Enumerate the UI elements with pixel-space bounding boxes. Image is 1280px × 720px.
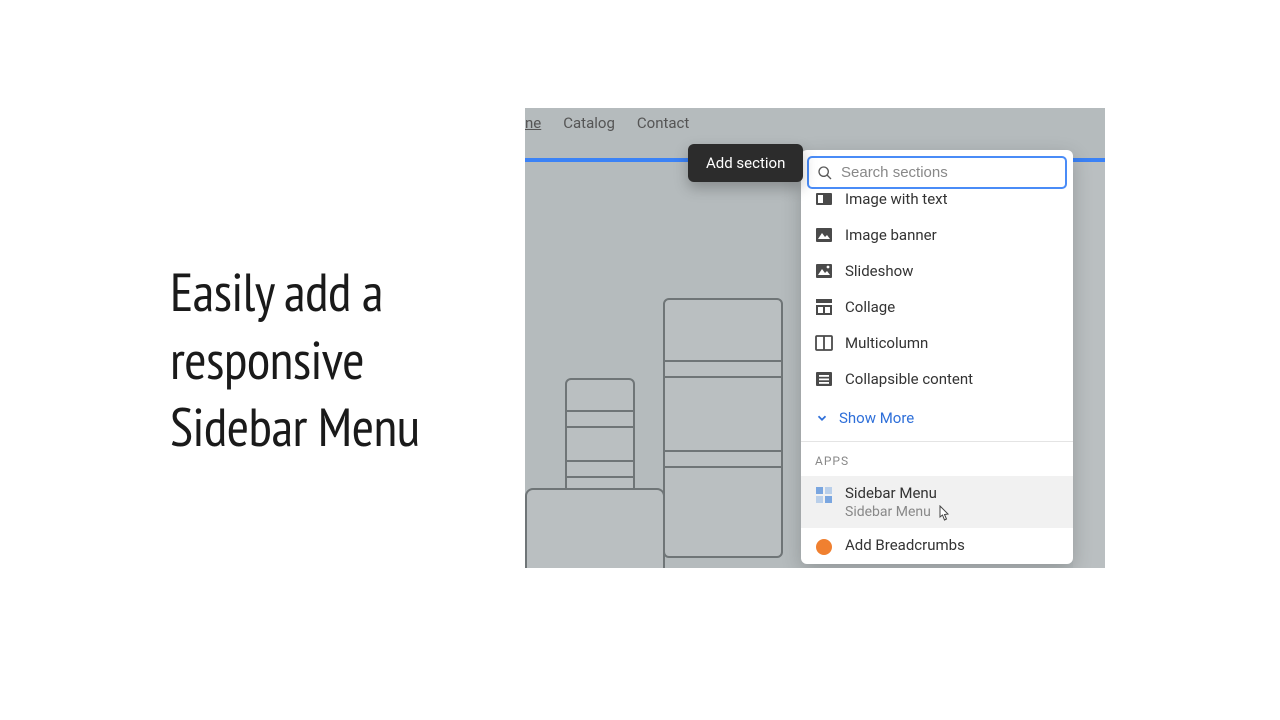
- image-text-icon: [815, 190, 833, 208]
- add-section-tooltip: Add section: [688, 144, 803, 182]
- section-item-label: Image banner: [845, 226, 937, 244]
- chevron-down-icon: [815, 411, 829, 425]
- slideshow-icon: [815, 262, 833, 280]
- section-item-label: Multicolumn: [845, 334, 928, 352]
- section-item-image-banner[interactable]: Image banner: [801, 217, 1073, 253]
- section-item-image-with-text[interactable]: Image with text: [801, 181, 1073, 217]
- section-item-slideshow[interactable]: Slideshow: [801, 253, 1073, 289]
- apps-header: APPS: [801, 442, 1073, 476]
- section-item-collage[interactable]: Collage: [801, 289, 1073, 325]
- app-breadcrumbs-icon: [815, 538, 833, 556]
- section-item-label: Collage: [845, 298, 895, 316]
- app-item-title: Add Breadcrumbs: [845, 536, 965, 554]
- section-item-label: Slideshow: [845, 262, 913, 280]
- nav-contact[interactable]: Contact: [637, 114, 689, 132]
- search-icon: [817, 165, 833, 181]
- app-block-icon: [815, 486, 833, 504]
- show-more-button[interactable]: Show More: [801, 399, 1073, 441]
- app-item-title: Sidebar Menu: [845, 484, 937, 502]
- bg-illustration: [525, 488, 665, 568]
- show-more-label: Show More: [839, 409, 914, 427]
- app-item-subtitle: Sidebar Menu: [845, 504, 937, 520]
- editor-screenshot: ne Catalog Contact Add section Image wit…: [525, 108, 1105, 568]
- pointer-cursor-icon: [935, 505, 951, 527]
- store-nav: ne Catalog Contact: [525, 114, 689, 132]
- nav-catalog[interactable]: Catalog: [563, 114, 615, 132]
- columns-icon: [815, 334, 833, 352]
- section-item-label: Collapsible content: [845, 370, 973, 388]
- app-add-breadcrumbs[interactable]: Add Breadcrumbs: [801, 528, 1073, 564]
- section-type-list: Image with text Image banner Slideshow C…: [801, 195, 1073, 399]
- section-item-multicolumn[interactable]: Multicolumn: [801, 325, 1073, 361]
- section-item-label: Image with text: [845, 190, 948, 208]
- section-item-collapsible[interactable]: Collapsible content: [801, 361, 1073, 397]
- section-picker-popover: Image with text Image banner Slideshow C…: [801, 150, 1073, 564]
- search-input[interactable]: [841, 164, 1057, 181]
- bg-illustration: [663, 298, 783, 558]
- bg-illustration: [1073, 162, 1105, 568]
- promo-headline: Easily add a responsive Sidebar Menu: [170, 258, 500, 461]
- collapsible-icon: [815, 370, 833, 388]
- image-icon: [815, 226, 833, 244]
- collage-icon: [815, 298, 833, 316]
- nav-home[interactable]: ne: [525, 114, 541, 132]
